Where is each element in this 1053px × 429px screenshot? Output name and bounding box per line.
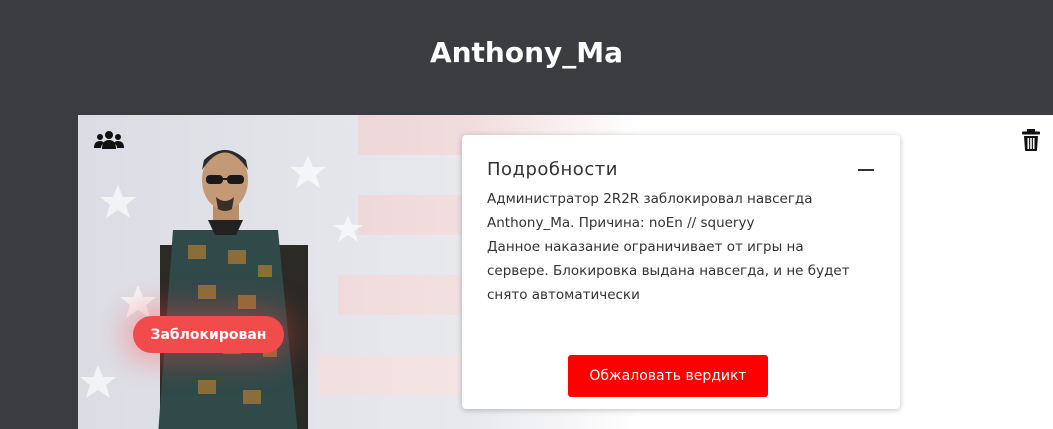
minus-icon[interactable] <box>858 169 874 171</box>
player-card: Заблокирован Подробности Администратор 2… <box>78 115 1053 429</box>
trash-icon[interactable] <box>1021 129 1041 151</box>
ban-reason-text: Администратор 2R2R заблокировал навсегда… <box>487 191 813 231</box>
status-badge: Заблокирован <box>133 316 284 353</box>
ban-description-text: Данное наказание ограничивает от игры на… <box>487 239 850 303</box>
player-avatar <box>158 150 308 429</box>
users-icon[interactable] <box>93 130 125 150</box>
details-panel: Подробности Администратор 2R2R заблокиро… <box>462 135 900 409</box>
appeal-button[interactable]: Обжаловать вердикт <box>568 355 768 397</box>
page-title: Anthony_Ma <box>429 36 624 69</box>
details-text: Администратор 2R2R заблокировал навсегда… <box>487 187 867 307</box>
details-title: Подробности <box>487 159 618 180</box>
